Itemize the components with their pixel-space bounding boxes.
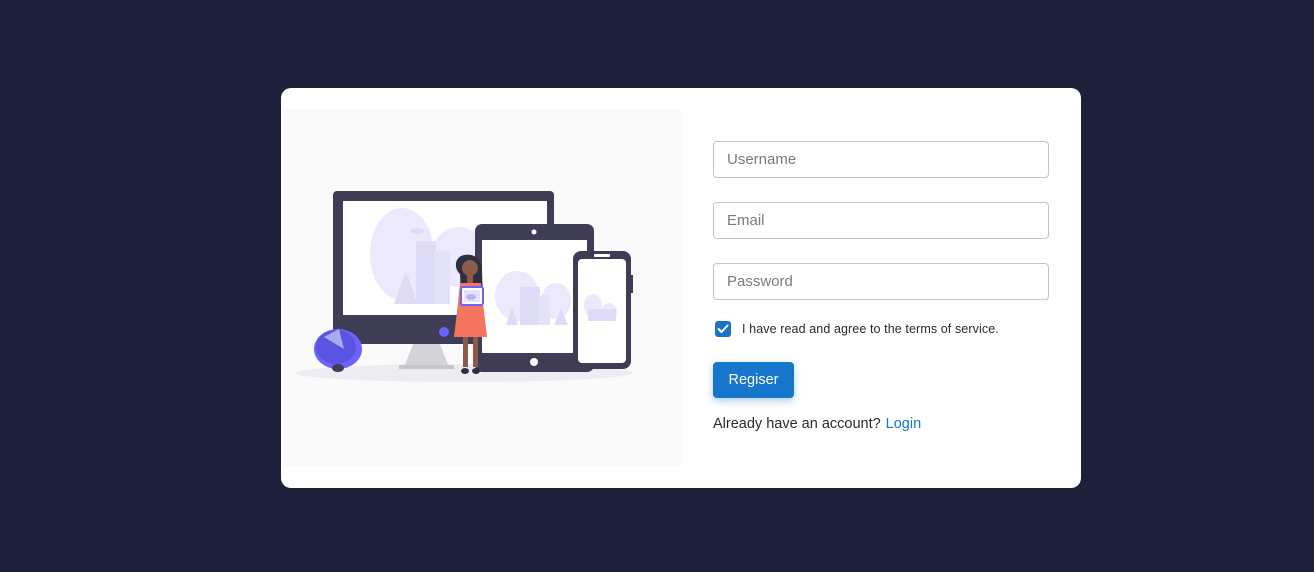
email-input[interactable] xyxy=(713,202,1049,239)
register-card: I have read and agree to the terms of se… xyxy=(281,88,1081,488)
login-prompt: Already have an account? Login xyxy=(713,416,1049,432)
terms-row: I have read and agree to the terms of se… xyxy=(713,318,1049,340)
password-input[interactable] xyxy=(713,263,1049,300)
devices-illustration-svg xyxy=(296,191,633,382)
login-link[interactable]: Login xyxy=(886,416,921,432)
account-prompt-text: Already have an account? xyxy=(713,416,881,432)
register-form: I have read and agree to the terms of se… xyxy=(713,141,1049,432)
username-input[interactable] xyxy=(713,141,1049,178)
register-button[interactable]: Regiser xyxy=(713,362,794,398)
check-icon xyxy=(717,324,729,333)
terms-label: I have read and agree to the terms of se… xyxy=(742,322,999,336)
devices-illustration xyxy=(284,109,681,466)
terms-checkbox[interactable] xyxy=(715,321,731,337)
